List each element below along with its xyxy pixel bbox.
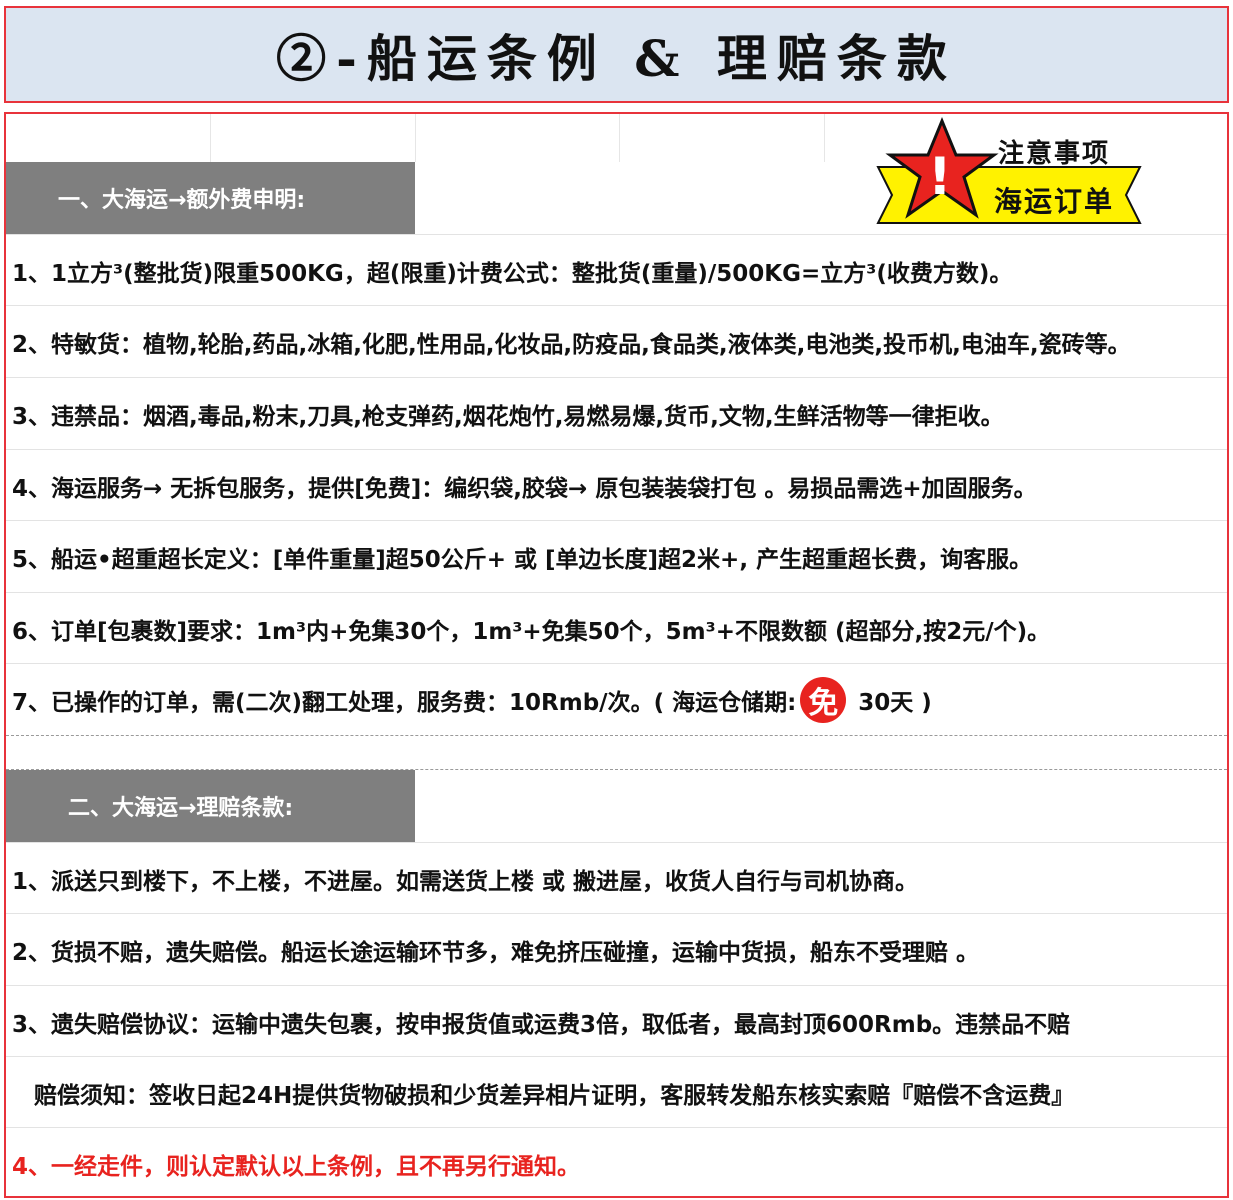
section-header-extra-fees: 一、大海运→额外费申明: [6, 162, 415, 234]
list-item: 7、已操作的订单，需(二次)翻工处理，服务费：10Rmb/次。( 海运仓储期: … [12, 664, 932, 735]
list-item: 4、海运服务→ 无拆包服务，提供[免费]：编织袋,胶袋→ 原包装装袋打包 。易损… [12, 475, 1037, 502]
grid-line [824, 114, 825, 162]
list-item: 6、订单[包裹数]要求：1m³内+免集30个，1m³+免集50个，5m³+不限数… [12, 618, 1051, 645]
list-item: 5、船运•超重超长定义：[单件重量]超50公斤+ 或 [单边长度]超2米+, 产… [12, 546, 1033, 573]
list-item-text: 7、已操作的订单，需(二次)翻工处理，服务费：10Rmb/次。( 海运仓储期: [12, 689, 797, 716]
section-header-claims: 二、大海运→理赔条款: [6, 770, 415, 842]
list-item: 3、违禁品：烟酒,毒品,粉末,刀具,枪支弹药,烟花炮竹,易燃易爆,货币,文物,生… [12, 403, 1004, 430]
grid-line [619, 114, 620, 162]
list-item: 3、遗失赔偿协议：运输中遗失包裹，按申报货值或运费3倍，取低者，最高封顶600R… [12, 1011, 1071, 1038]
page-title: ②-船运条例 & 理赔条款 [276, 28, 957, 88]
list-item: 1、1立方³(整批货)限重500KG，超(限重)计费公式：整批货(重量)/500… [12, 260, 1013, 287]
dashed-divider [6, 735, 1227, 736]
list-item-text: 30天 ) [858, 689, 932, 716]
notice-badge: ! 注意事项 海运订单 [876, 117, 1144, 227]
list-item: 2、特敏货：植物,轮胎,药品,冰箱,化肥,性用品,化妆品,防疫品,食品类,液体类… [12, 331, 1131, 358]
list-item: 1、派送只到楼下，不上楼，不进屋。如需送货上楼 或 搬进屋，收货人自行与司机协商… [12, 868, 919, 895]
notice-subtitle: 海运订单 [994, 185, 1115, 218]
notice-title: 注意事项 [998, 139, 1111, 169]
grid-line [210, 114, 211, 162]
exclamation-icon: ! [928, 147, 952, 207]
free-badge: 免 [800, 676, 847, 723]
list-item: 2、货损不赔，遗失赔偿。船运长途运输环节多，难免挤压碰撞，运输中货损，船东不受理… [12, 939, 980, 966]
final-notice: 4、一经走件，则认定默认以上条例，且不再另行通知。 [12, 1153, 581, 1180]
list-item: 赔偿须知：签收日起24H提供货物破损和少货差异相片证明，客服转发船东核实索赔『赔… [34, 1082, 1075, 1109]
title-banner: ②-船运条例 & 理赔条款 [4, 6, 1229, 103]
grid-line [415, 114, 416, 162]
